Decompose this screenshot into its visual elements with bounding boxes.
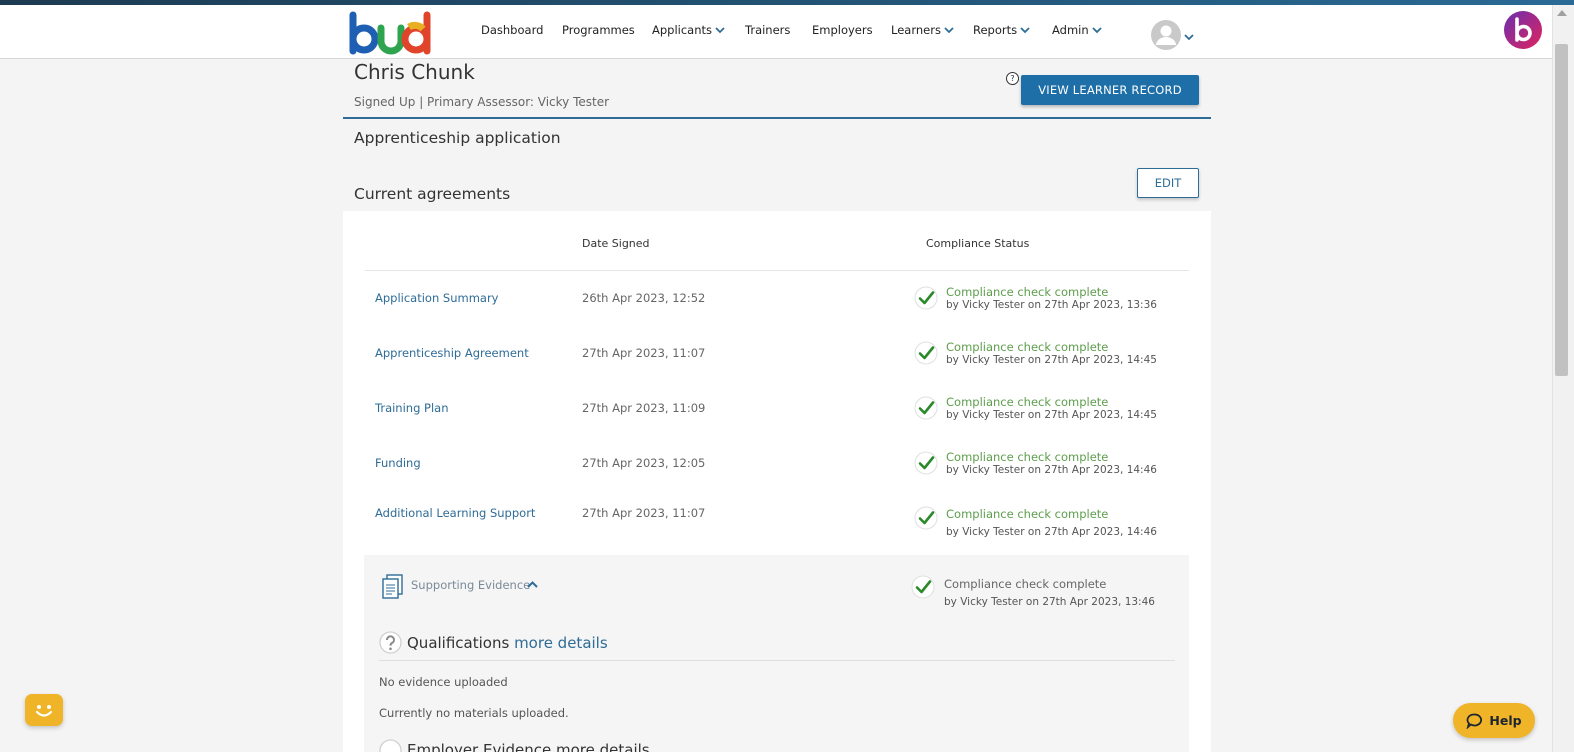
question-circle-icon[interactable] <box>379 631 402 654</box>
nav-dashboard[interactable]: Dashboard <box>481 23 543 37</box>
compliance-status: Compliance check complete <box>946 450 1109 464</box>
date-signed: 27th Apr 2023, 11:09 <box>582 401 706 415</box>
date-signed: 26th Apr 2023, 12:52 <box>582 291 706 305</box>
chevron-down-icon <box>715 27 725 34</box>
employer-evidence-heading-partial: Employer Evidence more details <box>379 739 679 752</box>
compliance-status: Compliance check complete <box>946 395 1109 409</box>
nav-applicants[interactable]: Applicants <box>652 23 725 37</box>
help-widget-button[interactable]: Help <box>1453 703 1535 738</box>
nav-programmes[interactable]: Programmes <box>562 23 635 37</box>
compliance-status: Compliance check complete <box>946 340 1109 354</box>
chevron-down-icon <box>1092 27 1102 34</box>
learner-name: Chris Chunk <box>354 60 475 84</box>
supporting-evidence-toggle[interactable]: Supporting Evidence <box>411 578 530 592</box>
date-signed: 27th Apr 2023, 12:05 <box>582 456 706 470</box>
compliance-checked-by: by Vicky Tester on 27th Apr 2023, 14:45 <box>946 354 1157 366</box>
nav-trainers-label: Trainers <box>745 23 791 37</box>
document-icon <box>382 574 403 599</box>
evidence-compliance-status: Compliance check complete <box>944 577 1107 591</box>
evidence-checked-by: by Vicky Tester on 27th Apr 2023, 13:46 <box>944 596 1155 608</box>
agreement-link-apprenticeship-agreement[interactable]: Apprenticeship Agreement <box>375 346 529 360</box>
section-title: Apprenticeship application <box>354 129 561 147</box>
chatbot-launcher[interactable] <box>25 694 63 726</box>
nav-reports[interactable]: Reports <box>973 23 1030 37</box>
compliance-checked-by: by Vicky Tester on 27th Apr 2023, 14:45 <box>946 409 1157 421</box>
compliance-status: Compliance check complete <box>946 285 1109 299</box>
qualifications-title: Qualifications <box>407 634 510 652</box>
nav-dashboard-label: Dashboard <box>481 23 544 37</box>
help-label: Help <box>1489 713 1522 728</box>
scroll-up-arrow-icon[interactable] <box>1557 10 1567 16</box>
qualifications-heading: Qualifications more details <box>407 634 608 652</box>
agreement-link-application-summary[interactable]: Application Summary <box>375 291 499 305</box>
check-circle-icon <box>914 286 938 310</box>
agreement-link-funding[interactable]: Funding <box>375 456 421 470</box>
chevron-down-icon[interactable] <box>1184 32 1194 42</box>
date-signed: 27th Apr 2023, 11:07 <box>582 346 706 360</box>
nav-learners-label: Learners <box>891 23 941 37</box>
nav-programmes-label: Programmes <box>562 23 635 37</box>
agreement-link-training-plan[interactable]: Training Plan <box>375 401 449 415</box>
learner-meta: Signed Up | Primary Assessor: Vicky Test… <box>354 95 610 109</box>
nav-employers-label: Employers <box>812 23 873 37</box>
check-circle-icon <box>911 575 935 599</box>
nav-admin-label: Admin <box>1052 23 1089 37</box>
bud-brand-icon[interactable] <box>1503 10 1543 50</box>
nav-employers[interactable]: Employers <box>812 23 873 37</box>
column-header-compliance-status: Compliance Status <box>926 237 1030 250</box>
view-learner-record-button[interactable]: VIEW LEARNER RECORD <box>1021 75 1199 105</box>
chat-bubble-icon <box>1466 713 1483 729</box>
header-divider <box>343 117 1211 119</box>
help-question-icon[interactable]: ? <box>1006 72 1019 85</box>
agreements-title: Current agreements <box>354 185 511 203</box>
chevron-down-icon <box>944 27 954 34</box>
question-circle-icon[interactable] <box>379 739 402 752</box>
smiley-bot-icon <box>35 705 53 717</box>
compliance-status: Compliance check complete <box>946 507 1109 521</box>
check-circle-icon <box>914 396 938 420</box>
qualifications-more-details-link[interactable]: more details <box>514 634 608 652</box>
user-avatar-icon[interactable] <box>1151 20 1181 50</box>
table-divider <box>365 270 1189 271</box>
nav-reports-label: Reports <box>973 23 1018 37</box>
scroll-thumb[interactable] <box>1555 44 1568 376</box>
check-circle-icon <box>914 341 938 365</box>
compliance-checked-by: by Vicky Tester on 27th Apr 2023, 13:36 <box>946 299 1157 311</box>
column-header-date-signed: Date Signed <box>582 237 650 250</box>
edit-button[interactable]: EDIT <box>1137 168 1199 198</box>
bud-logo[interactable]: bud <box>347 11 433 55</box>
chevron-up-icon[interactable] <box>527 580 538 589</box>
check-circle-icon <box>914 451 938 475</box>
no-evidence-text: No evidence uploaded <box>379 675 508 689</box>
top-navbar: bud Dashboard Programmes Applicants Trai… <box>0 5 1552 59</box>
nav-admin[interactable]: Admin <box>1052 23 1102 37</box>
date-signed: 27th Apr 2023, 11:07 <box>582 506 706 520</box>
no-materials-text: Currently no materials uploaded. <box>379 706 569 720</box>
agreement-link-additional-learning-support[interactable]: Additional Learning Support <box>375 506 535 520</box>
chevron-down-icon <box>1020 27 1030 34</box>
nav-trainers[interactable]: Trainers <box>745 23 790 37</box>
qualifications-divider <box>379 660 1175 661</box>
employer-evidence-title: Employer Evidence more details <box>407 741 650 752</box>
check-circle-icon <box>914 506 938 530</box>
nav-learners[interactable]: Learners <box>891 23 954 37</box>
nav-applicants-label: Applicants <box>652 23 713 37</box>
compliance-checked-by: by Vicky Tester on 27th Apr 2023, 14:46 <box>946 526 1157 538</box>
compliance-checked-by: by Vicky Tester on 27th Apr 2023, 14:46 <box>946 464 1157 476</box>
